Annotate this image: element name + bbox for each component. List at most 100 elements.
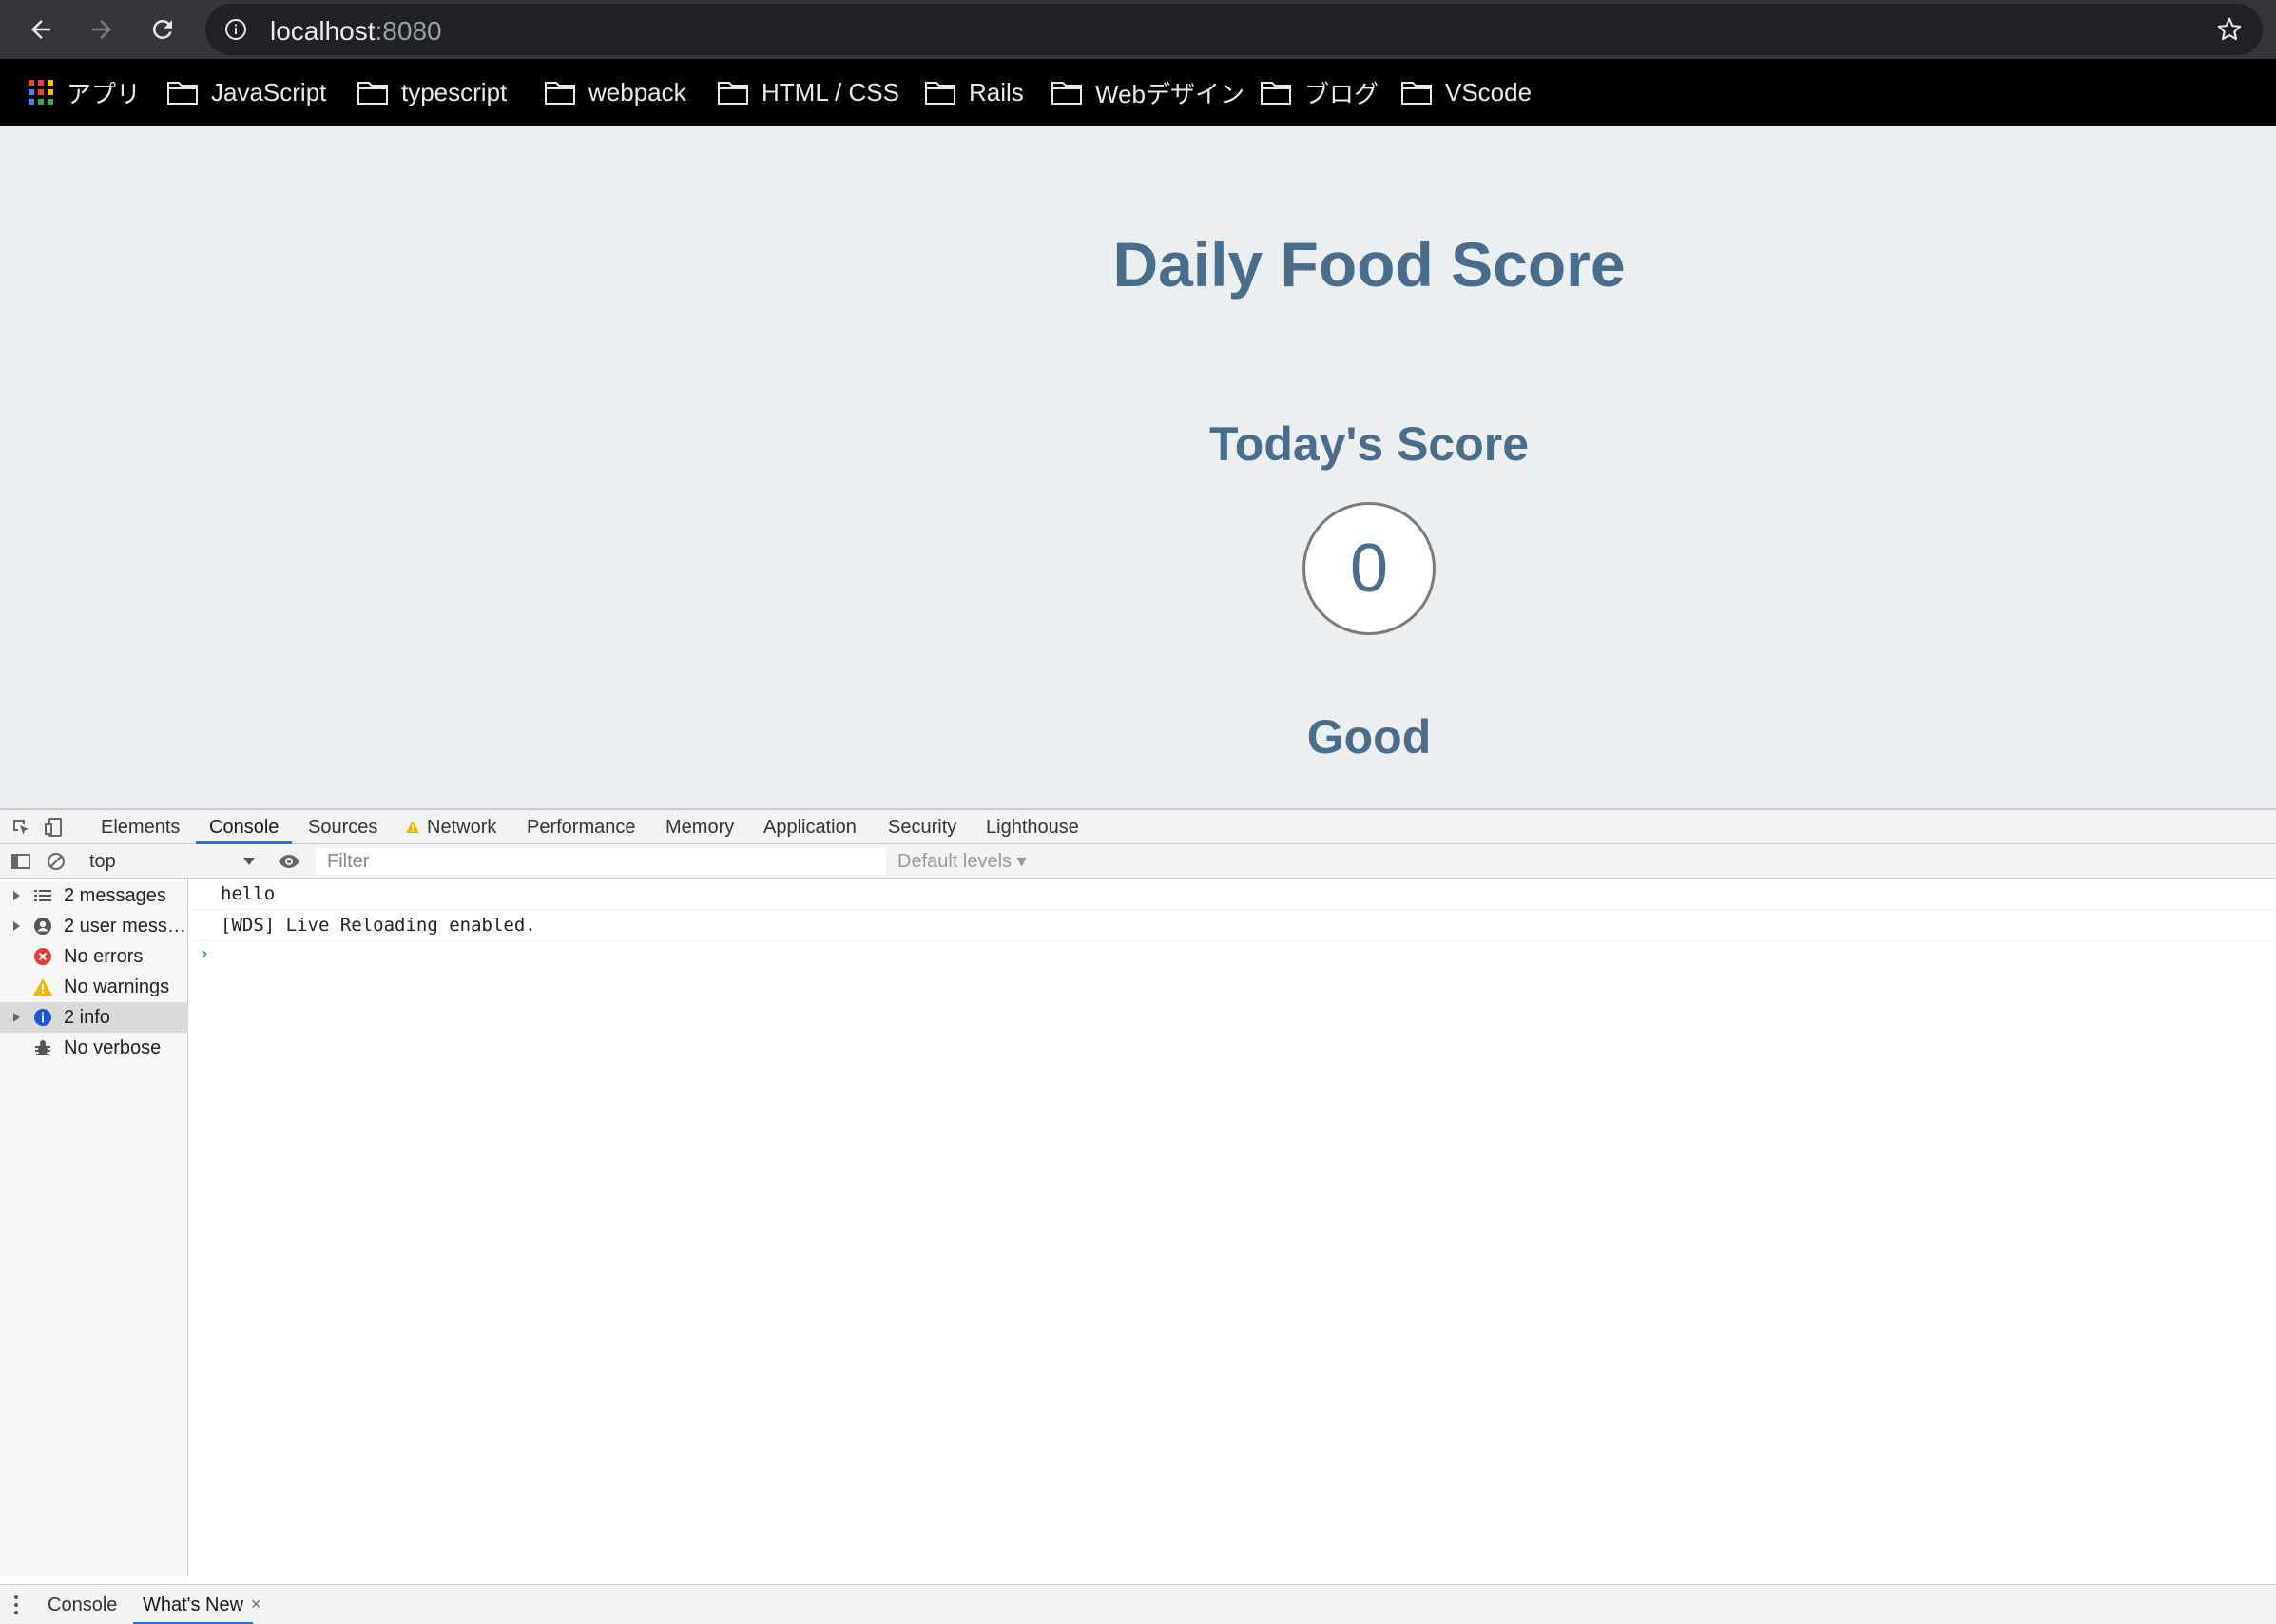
- tab-security[interactable]: Security: [888, 810, 956, 844]
- tab-performance[interactable]: Performance: [527, 810, 636, 844]
- tab-elements[interactable]: Elements: [101, 810, 180, 844]
- back-button[interactable]: [19, 8, 63, 51]
- context-value: top: [89, 851, 116, 872]
- devtools-drawer: Console What's New ×: [0, 1584, 2276, 1624]
- bookmark-label: JavaScript: [211, 77, 327, 106]
- clear-console-icon[interactable]: [45, 850, 68, 873]
- bookmark-vscode[interactable]: VScode: [1401, 59, 1532, 126]
- score-rating: Good: [1306, 710, 1432, 764]
- sidebar-toggle-icon[interactable]: [10, 850, 32, 873]
- console-filter-bar: top Default levels ▾: [0, 844, 2276, 879]
- reload-icon: [152, 19, 172, 39]
- tab-memory[interactable]: Memory: [665, 810, 734, 844]
- log-levels-dropdown[interactable]: Default levels ▾: [897, 844, 1027, 879]
- context-select[interactable]: top: [89, 844, 257, 879]
- page-title: Daily Food Score: [1112, 229, 1626, 300]
- warning-icon: [406, 821, 419, 833]
- bookmark-html-css[interactable]: HTML / CSS: [718, 59, 899, 126]
- bookmark-label: ブログ: [1304, 79, 1379, 108]
- folder-icon: [718, 82, 748, 105]
- url-text[interactable]: localhost:8080: [270, 16, 442, 47]
- web-page: Daily Food Score Today's Score 0 Good: [0, 126, 2276, 808]
- url-host: localhost: [270, 16, 376, 46]
- sidebar-item-messages[interactable]: 2 messages: [0, 880, 188, 911]
- sidebar-item-info[interactable]: 2 info: [0, 1002, 188, 1033]
- info-icon: [34, 1009, 51, 1026]
- sidebar-item-label: 2 messages: [64, 884, 166, 906]
- drawer-tab-console[interactable]: Console: [48, 1585, 117, 1624]
- bug-icon: [35, 1040, 50, 1055]
- bookmarks-bar: アプリ JavaScript typescript webpack HTML /…: [0, 59, 2276, 126]
- console-output[interactable]: hello [WDS] Live Reloading enabled. ›: [189, 879, 2276, 1576]
- user-icon: [34, 918, 51, 935]
- folder-icon: [1051, 82, 1082, 105]
- sidebar-item-verbose[interactable]: No verbose: [0, 1033, 188, 1063]
- chevron-down-icon: [243, 858, 255, 865]
- bookmark-blog[interactable]: ブログ: [1261, 59, 1379, 126]
- more-vertical-icon[interactable]: [13, 1595, 19, 1615]
- tab-sources[interactable]: Sources: [308, 810, 377, 844]
- eye-icon[interactable]: [278, 850, 300, 873]
- devtools-tab-bar: Elements Console Sources Network Perform…: [0, 810, 2276, 844]
- close-icon[interactable]: ×: [251, 1585, 261, 1624]
- sidebar-item-label: 2 info: [64, 1006, 110, 1028]
- tab-application[interactable]: Application: [763, 810, 857, 844]
- bookmark-label: VScode: [1445, 77, 1533, 106]
- tab-console[interactable]: Console: [196, 810, 293, 844]
- drawer-tab-whats-new[interactable]: What's New: [133, 1585, 254, 1624]
- arrow-left-icon: [31, 20, 50, 39]
- list-icon: [34, 890, 51, 901]
- devtools-panel: Elements Console Sources Network Perform…: [0, 808, 2276, 1624]
- bookmark-webdesign[interactable]: Webデザイン: [1051, 59, 1244, 126]
- folder-icon: [925, 82, 955, 105]
- device-toolbar-icon[interactable]: [43, 816, 66, 839]
- bookmark-label: Rails: [969, 77, 1024, 106]
- console-prompt[interactable]: ›: [199, 943, 209, 964]
- browser-toolbar: localhost:8080: [0, 0, 2276, 59]
- arrow-right-icon: [92, 20, 111, 39]
- forward-button[interactable]: [80, 8, 124, 51]
- bookmark-javascript[interactable]: JavaScript: [167, 59, 326, 126]
- sidebar-item-errors[interactable]: No errors: [0, 941, 188, 972]
- bookmark-label: webpack: [588, 77, 686, 106]
- bookmark-rails[interactable]: Rails: [925, 59, 1024, 126]
- address-bar[interactable]: localhost:8080: [205, 4, 2263, 55]
- reload-button[interactable]: [141, 8, 184, 51]
- bookmark-apps[interactable]: アプリ: [29, 59, 141, 126]
- bookmark-label: HTML / CSS: [762, 77, 899, 106]
- sidebar-item-user-messages[interactable]: 2 user mess…: [0, 911, 188, 941]
- folder-icon: [1401, 82, 1432, 105]
- score-value: 0: [1349, 531, 1389, 607]
- console-sidebar: 2 messages 2 user mess… No errors No war…: [0, 879, 188, 1576]
- expand-triangle-icon[interactable]: [13, 891, 20, 900]
- folder-icon: [545, 82, 575, 105]
- folder-icon: [1261, 82, 1291, 105]
- info-icon[interactable]: [224, 18, 247, 41]
- bookmark-label: アプリ: [67, 79, 142, 108]
- bookmark-star-icon[interactable]: [2215, 15, 2244, 44]
- bookmark-label: Webデザイン: [1095, 79, 1244, 108]
- error-icon: [34, 948, 51, 965]
- url-port: :8080: [375, 16, 442, 46]
- bookmark-typescript[interactable]: typescript: [357, 59, 507, 126]
- filter-input[interactable]: [316, 848, 886, 875]
- score-heading: Today's Score: [1208, 417, 1530, 471]
- console-message: hello: [189, 879, 2276, 910]
- inspect-element-icon[interactable]: [10, 816, 32, 839]
- bookmark-webpack[interactable]: webpack: [545, 59, 686, 126]
- folder-icon: [357, 82, 388, 105]
- sidebar-item-label: No verbose: [64, 1036, 162, 1058]
- bookmark-label: typescript: [401, 77, 508, 106]
- score-circle: 0: [1302, 502, 1436, 635]
- sidebar-item-label: 2 user mess…: [64, 915, 186, 937]
- warning-icon: [33, 978, 52, 996]
- tab-lighthouse[interactable]: Lighthouse: [986, 810, 1079, 844]
- expand-triangle-icon[interactable]: [13, 921, 20, 931]
- tab-network[interactable]: Network: [427, 810, 496, 844]
- sidebar-item-label: No warnings: [64, 976, 170, 997]
- folder-icon: [167, 82, 198, 105]
- sidebar-item-label: No errors: [64, 945, 144, 967]
- expand-triangle-icon[interactable]: [13, 1013, 20, 1022]
- sidebar-item-warnings[interactable]: No warnings: [0, 972, 188, 1002]
- apps-grid-icon: [29, 80, 53, 105]
